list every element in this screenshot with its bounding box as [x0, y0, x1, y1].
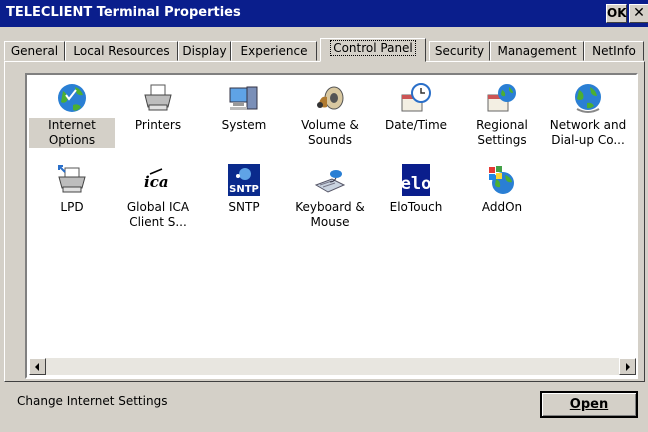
internet-options-icon: [58, 84, 86, 112]
item-lpd[interactable]: LPD: [29, 163, 115, 215]
item-label: Volume & Sounds: [301, 118, 359, 147]
item-label: AddOn: [481, 200, 523, 214]
item-date-time[interactable]: Date/Time: [373, 81, 459, 133]
svg-text:elo: elo: [401, 174, 432, 194]
tab-label: Management: [497, 44, 577, 58]
title-bar: TELECLIENT Terminal Properties OK ✕: [0, 0, 648, 27]
scroll-left-button[interactable]: [29, 358, 46, 375]
item-label: SNTP: [228, 200, 260, 214]
item-sntp[interactable]: SNTP SNTP: [201, 163, 287, 215]
arrow-right-icon: [626, 363, 630, 371]
item-label: EloTouch: [389, 200, 443, 214]
tab-security[interactable]: Security: [429, 41, 490, 61]
tab-local-resources[interactable]: Local Resources: [65, 41, 178, 61]
network-dialup-icon: [575, 84, 601, 113]
item-label: LPD: [60, 200, 84, 214]
open-button[interactable]: Open: [540, 391, 638, 418]
sntp-icon: SNTP: [228, 164, 260, 196]
item-label: System: [221, 118, 267, 132]
item-regional-settings[interactable]: Regional Settings: [459, 81, 545, 148]
open-button-label: Open: [569, 397, 609, 412]
tab-display[interactable]: Display: [178, 41, 231, 61]
tab-control-panel[interactable]: Control Panel: [320, 38, 426, 62]
keyboard-mouse-icon: [314, 170, 346, 193]
tab-netinfo[interactable]: NetInfo: [584, 41, 644, 61]
regional-settings-icon: [487, 84, 516, 112]
date-time-icon: [401, 83, 431, 112]
addon-icon: [489, 166, 514, 194]
control-panel-list[interactable]: Internet Options Printers System Volume …: [25, 73, 638, 379]
tab-label: NetInfo: [592, 44, 636, 58]
item-printers[interactable]: Printers: [115, 81, 201, 133]
item-label: Printers: [134, 118, 182, 132]
item-global-ica[interactable]: ica Global ICA Client S...: [115, 163, 201, 230]
item-label: Date/Time: [384, 118, 448, 132]
lpd-icon: [58, 165, 86, 193]
elotouch-icon: elo: [401, 164, 432, 196]
item-label: Network and Dial-up Co...: [549, 118, 627, 147]
item-label: Global ICA Client S...: [126, 200, 190, 229]
horizontal-scrollbar[interactable]: [29, 358, 636, 375]
tab-experience[interactable]: Experience: [231, 41, 317, 61]
tab-label: Control Panel: [330, 40, 416, 56]
item-internet-options[interactable]: Internet Options: [29, 81, 115, 148]
item-system[interactable]: System: [201, 81, 287, 133]
item-keyboard-mouse[interactable]: Keyboard & Mouse: [287, 163, 373, 230]
close-button[interactable]: ✕: [629, 4, 648, 23]
item-network-dialup[interactable]: Network and Dial-up Co...: [545, 81, 631, 148]
ica-icon: ica: [144, 168, 169, 191]
tab-label: Display: [182, 44, 227, 58]
item-label: Regional Settings: [476, 118, 528, 147]
tab-label: Local Resources: [73, 44, 170, 58]
status-text: Change Internet Settings: [17, 394, 168, 408]
item-label: Internet Options: [29, 118, 115, 148]
item-elotouch[interactable]: elo EloTouch: [373, 163, 459, 215]
ok-button[interactable]: OK: [606, 4, 627, 23]
volume-sounds-icon: [317, 86, 344, 110]
item-volume-sounds[interactable]: Volume & Sounds: [287, 81, 373, 148]
tab-label: General: [10, 44, 59, 58]
scroll-right-button[interactable]: [619, 358, 636, 375]
arrow-left-icon: [35, 363, 39, 371]
window-title: TELECLIENT Terminal Properties: [6, 5, 241, 20]
printers-icon: [144, 84, 172, 111]
tab-label: Security: [434, 44, 485, 58]
item-label: Keyboard & Mouse: [295, 200, 365, 229]
svg-text:SNTP: SNTP: [229, 184, 259, 195]
tab-general[interactable]: General: [4, 41, 65, 61]
system-icon: [229, 86, 258, 110]
tab-management[interactable]: Management: [490, 41, 584, 61]
item-addon[interactable]: AddOn: [459, 163, 545, 215]
tab-label: Experience: [240, 44, 308, 58]
svg-text:ica: ica: [144, 173, 169, 191]
